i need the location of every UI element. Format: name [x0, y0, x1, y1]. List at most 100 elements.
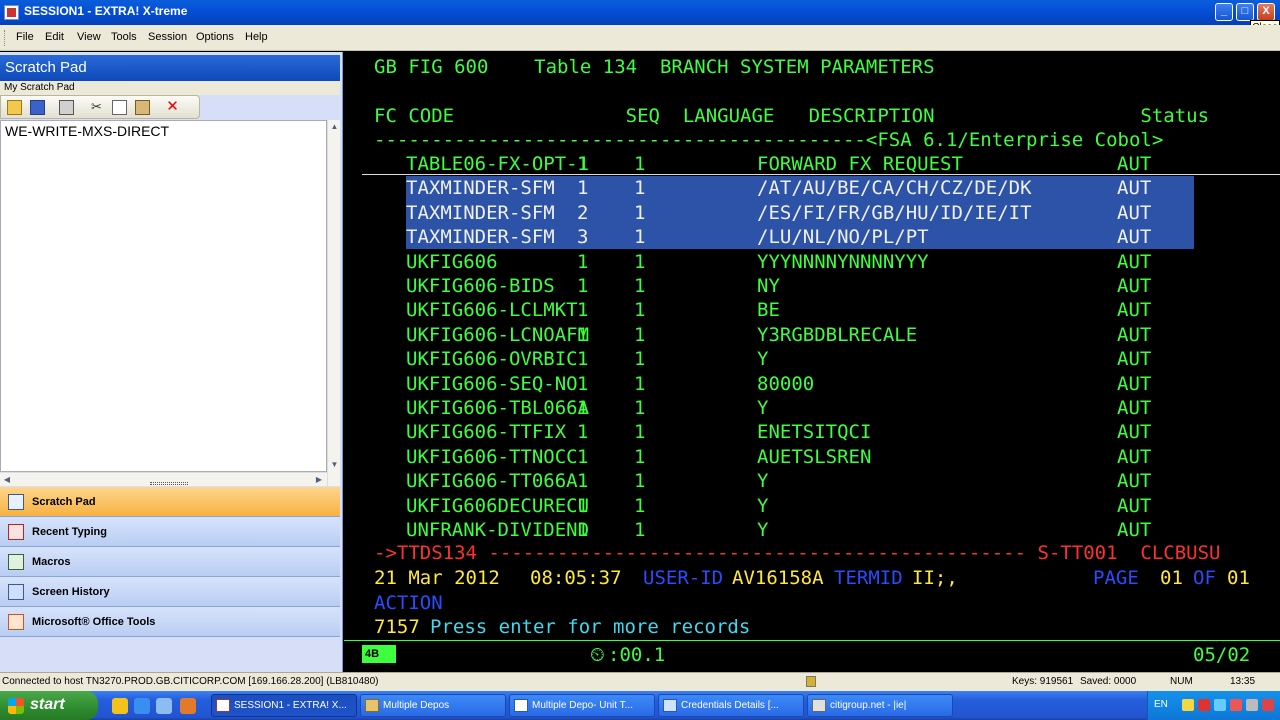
row-lang: 1 — [634, 372, 646, 395]
scroll-right-icon[interactable]: ▶ — [312, 473, 326, 486]
vertical-scrollbar[interactable]: ▲ ▼ — [327, 120, 340, 486]
row-desc: AUETSLSREN — [757, 445, 872, 468]
row-code: UKFIG606-BIDS — [406, 275, 555, 297]
row-status: AUT — [1117, 519, 1152, 541]
menu-tools[interactable]: Tools — [111, 31, 137, 43]
menu-edit[interactable]: Edit — [45, 31, 64, 43]
task-label: Credentials Details [... — [681, 700, 779, 711]
menu-file[interactable]: File — [16, 31, 34, 43]
keys-count: Keys: 919561 — [1012, 676, 1074, 687]
row-code: UKFIG606-TTNOCC — [406, 445, 578, 468]
panel-splitter[interactable] — [150, 482, 188, 485]
scroll-up-icon[interactable]: ▲ — [329, 122, 340, 135]
nav-scratch-pad[interactable]: Scratch Pad — [0, 487, 340, 517]
tray-icon[interactable] — [1198, 699, 1210, 711]
action-label[interactable]: ACTION — [374, 591, 443, 615]
quicklaunch-app-icon[interactable] — [112, 698, 128, 714]
notepad-icon — [8, 494, 24, 510]
row-lang: 1 — [634, 275, 646, 297]
row-desc: BE — [757, 299, 780, 322]
message-number: 7157 — [374, 616, 420, 638]
task-citigroup-net[interactable]: citigroup.net - |ie| — [807, 694, 953, 717]
row-code: UKFIG606DECURECU — [406, 494, 590, 517]
row-status: AUT — [1117, 153, 1152, 175]
task-label: Multiple Depos — [383, 700, 450, 711]
task-multiple-depo-unit[interactable]: Multiple Depo- Unit T... — [509, 694, 655, 717]
of-label: OF — [1193, 567, 1216, 589]
tray-icon[interactable] — [1262, 699, 1274, 711]
tray-icon[interactable] — [1182, 699, 1194, 711]
menu-help[interactable]: Help — [245, 31, 268, 43]
internet-explorer-icon[interactable] — [134, 698, 150, 714]
row-desc: Y3RGBDBLRECALE — [757, 323, 918, 346]
page-number: 01 — [1160, 567, 1183, 589]
row-status: AUT — [1117, 323, 1152, 346]
userid-label: USER-ID — [643, 567, 724, 589]
menu-view[interactable]: View — [77, 31, 101, 43]
num-lock-indicator: NUM — [1170, 676, 1193, 687]
cut-icon[interactable]: ✂ — [89, 100, 104, 115]
task-label: citigroup.net - |ie| — [830, 700, 907, 711]
row-seq: 1 — [577, 299, 589, 322]
task-session1[interactable]: SESSION1 - EXTRA! X... — [211, 694, 357, 717]
nav-office-tools[interactable]: Microsoft® Office Tools — [0, 607, 340, 637]
app-icon[interactable] — [4, 5, 19, 20]
show-desktop-icon[interactable] — [156, 698, 172, 714]
row-desc: ENETSITQCI — [757, 421, 872, 444]
row-code: TAXMINDER-SFM — [406, 201, 555, 224]
close-button[interactable]: X — [1257, 3, 1275, 21]
row-code: TAXMINDER-SFM — [406, 177, 555, 200]
row-lang: 1 — [634, 177, 646, 200]
row-seq: 1 — [577, 250, 589, 273]
connection-status: Connected to host TN3270.PROD.GB.CITICOR… — [2, 676, 379, 687]
command-line[interactable]: ->TTDS134 ------------------------------… — [374, 541, 1220, 565]
delete-icon[interactable]: ✕ — [165, 99, 180, 115]
menu-session[interactable]: Session — [148, 31, 187, 43]
scroll-down-icon[interactable]: ▼ — [329, 460, 340, 473]
language-indicator[interactable]: EN — [1154, 699, 1168, 710]
terminal-screen[interactable]: GB FIG 600 Table 134 BRANCH SYSTEM PARAM… — [344, 52, 1280, 640]
saved-count: Saved: 0000 — [1080, 676, 1137, 687]
row-code: TAXMINDER-SFM — [406, 226, 555, 249]
row-seq: 1 — [577, 323, 589, 346]
nav-macros[interactable]: Macros — [0, 547, 340, 577]
nav-screen-history[interactable]: Screen History — [0, 577, 340, 607]
screen-header: GB FIG 600 Table 134 BRANCH SYSTEM PARAM… — [374, 56, 935, 78]
nav-label: Screen History — [32, 586, 110, 598]
nav-recent-typing[interactable]: Recent Typing — [0, 517, 340, 547]
maximize-button[interactable]: □ — [1236, 3, 1254, 21]
save-icon[interactable] — [30, 100, 45, 115]
menu-options[interactable]: Options — [196, 31, 234, 43]
scroll-left-icon[interactable]: ◀ — [0, 473, 14, 486]
start-button[interactable]: start — [0, 691, 98, 720]
menu-bar: File Edit View Tools Session Options Hel… — [0, 25, 1280, 51]
open-icon[interactable] — [7, 100, 22, 115]
row-code: UKFIG606-TBL066A — [406, 397, 590, 419]
row-code: UKFIG606-LCNOAFM — [406, 323, 590, 346]
row-status: AUT — [1117, 372, 1152, 395]
paste-icon[interactable] — [135, 100, 150, 115]
scratch-pad-header: Scratch Pad — [0, 55, 340, 81]
extra-app-icon — [216, 699, 230, 712]
pencil-icon — [8, 524, 24, 540]
task-multiple-depos[interactable]: Multiple Depos — [360, 694, 506, 717]
tray-icon[interactable] — [1230, 699, 1242, 711]
window-icon — [663, 699, 677, 712]
row-lang: 1 — [634, 519, 646, 541]
copy-icon[interactable] — [112, 100, 127, 115]
print-icon[interactable] — [59, 100, 74, 115]
row-desc: /ES/FI/FR/GB/HU/ID/IE/IT — [757, 201, 1032, 224]
row-desc: Y — [757, 494, 769, 517]
tray-icon[interactable] — [1246, 699, 1258, 711]
cursor-position: 05/02 — [1193, 644, 1251, 666]
scratch-pad-textarea[interactable]: WE-WRITE-MXS-DIRECT — [0, 120, 327, 472]
row-desc: /LU/NL/NO/PL/PT — [757, 226, 929, 249]
quicklaunch-folder-icon[interactable] — [180, 698, 196, 714]
minimize-button[interactable]: _ — [1215, 3, 1233, 21]
left-panel: Scratch Pad My Scratch Pad ✂ ✕ WE-WRITE-… — [0, 52, 343, 672]
task-credentials-details[interactable]: Credentials Details [... — [658, 694, 804, 717]
tray-icon[interactable] — [1214, 699, 1226, 711]
row-code: TABLE06-FX-OPT-1 — [406, 153, 590, 175]
system-tray: EN — [1147, 691, 1280, 720]
row-seq: 1 — [577, 348, 589, 371]
